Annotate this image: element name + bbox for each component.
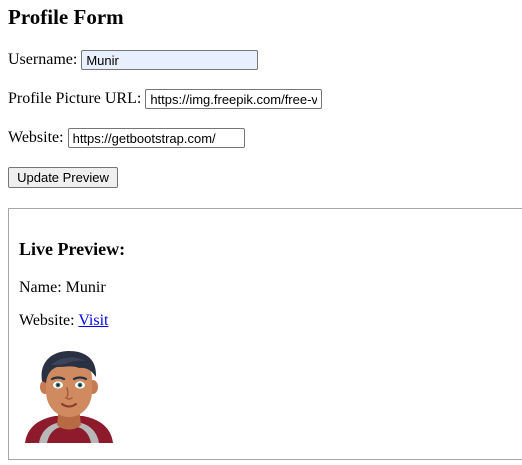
- preview-website-link[interactable]: Visit: [78, 312, 108, 329]
- live-preview-box: Live Preview: Name: Munir Website: Visit: [8, 208, 522, 460]
- preview-heading: Live Preview:: [19, 239, 126, 259]
- cartoon-avatar-icon: [25, 351, 113, 443]
- picture-url-input[interactable]: [145, 89, 323, 109]
- username-label: Username:: [8, 51, 78, 68]
- page-title: Profile Form: [8, 5, 124, 29]
- preview-name-value: Munir: [65, 279, 106, 296]
- website-row: Website:: [8, 128, 245, 148]
- picture-url-row: Profile Picture URL:: [8, 89, 323, 109]
- preview-name-label: Name:: [19, 279, 62, 296]
- username-row: Username:: [8, 50, 259, 70]
- username-input[interactable]: [81, 50, 259, 70]
- preview-name-line: Name: Munir: [19, 278, 106, 298]
- picture-url-label: Profile Picture URL:: [8, 90, 142, 107]
- update-preview-button[interactable]: Update Preview: [8, 167, 118, 188]
- website-input[interactable]: [67, 128, 245, 148]
- profile-form-page: Profile Form Username: Profile Picture U…: [0, 0, 522, 465]
- preview-website-label: Website:: [19, 312, 75, 329]
- website-label: Website:: [8, 129, 64, 146]
- preview-website-line: Website: Visit: [19, 311, 108, 331]
